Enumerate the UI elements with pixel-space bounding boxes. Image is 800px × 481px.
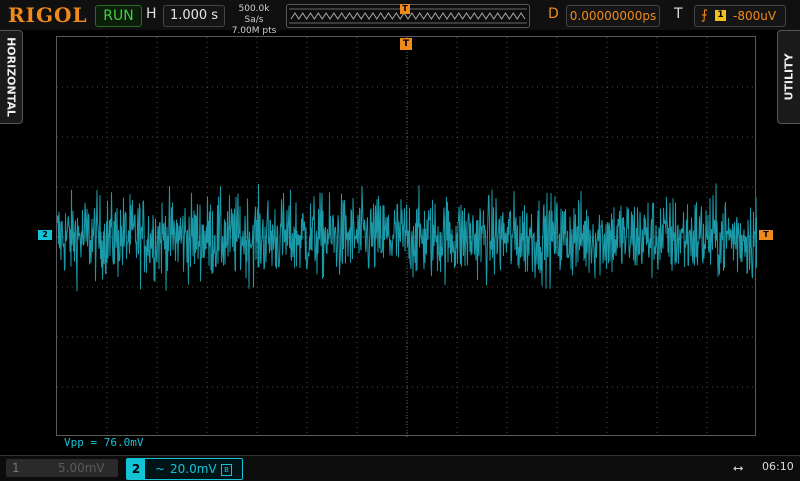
acquisition-info: 500.0k Sa/s 7.00M pts: [228, 4, 280, 37]
channel2-scale: 20.0mV: [170, 462, 217, 476]
system-clock: 06:10: [762, 460, 794, 473]
usb-icon: ⭤: [733, 461, 744, 476]
trigger-level-marker[interactable]: T: [759, 230, 773, 240]
utility-tab-label: UTILITY: [782, 53, 796, 101]
trigger-level-value: -800uV: [733, 9, 777, 23]
delay-label: D: [548, 6, 559, 22]
run-stop-status[interactable]: RUN: [95, 5, 142, 27]
channel2-offset-marker[interactable]: 2: [38, 230, 52, 240]
horizontal-tab-label: HORIZONTAL: [4, 37, 18, 117]
channel1-scale: 5.00mV: [58, 461, 105, 475]
channel2-button[interactable]: 2 ~ 20.0mV B: [126, 458, 243, 480]
channel1-number: 1: [12, 461, 20, 475]
graticule-and-trace: [57, 37, 757, 437]
horizontal-label: H: [146, 6, 157, 22]
top-status-bar: RIGOL RUN H 1.000 s 500.0k Sa/s 7.00M pt…: [0, 0, 800, 36]
waveform-display[interactable]: [56, 36, 757, 437]
rising-edge-icon: ⨍: [701, 8, 708, 23]
vpp-measurement: Vpp = 76.0mV: [64, 436, 144, 449]
channel2-number: 2: [127, 459, 145, 479]
channel-status-bar: 1 5.00mV 2 ~ 20.0mV B ⭤ 06:10: [0, 455, 800, 481]
brand-logo: RIGOL: [8, 3, 88, 27]
utility-menu-tab[interactable]: UTILITY: [777, 30, 800, 124]
channel1-button[interactable]: 1 5.00mV: [6, 459, 118, 477]
ac-coupling-icon: ~: [155, 462, 166, 476]
timebase-value[interactable]: 1.000 s: [163, 5, 225, 27]
sample-rate: 500.0k Sa/s: [238, 4, 270, 25]
trigger-source-badge: 1: [715, 10, 726, 21]
bandwidth-limit-icon: B: [221, 464, 232, 476]
trigger-label: T: [674, 6, 683, 22]
horizontal-menu-tab[interactable]: HORIZONTAL: [0, 30, 23, 124]
trigger-settings[interactable]: ⨍ 1 -800uV: [694, 5, 786, 27]
delay-value[interactable]: 0.00000000ps: [566, 5, 660, 27]
trigger-position-top-marker: T: [400, 4, 410, 14]
trigger-position-marker[interactable]: T: [400, 38, 412, 50]
